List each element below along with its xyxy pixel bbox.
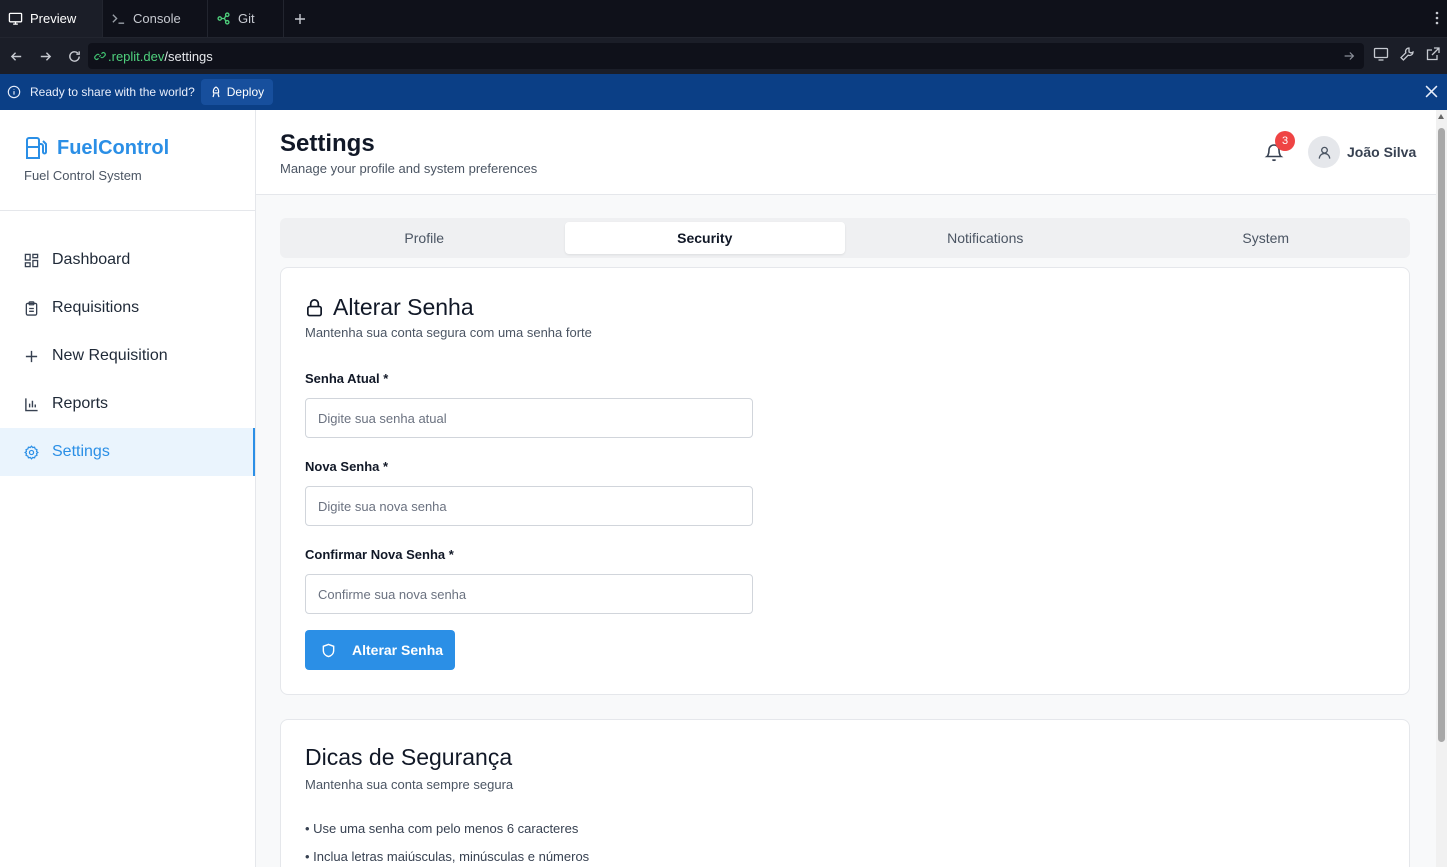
reload-button[interactable]	[60, 42, 88, 70]
deploy-message: Ready to share with the world?	[30, 85, 195, 99]
monitor-icon	[8, 12, 23, 25]
avatar[interactable]	[1308, 136, 1340, 168]
deploy-rocket-icon	[212, 86, 220, 98]
git-icon	[217, 12, 230, 25]
new-tab-button[interactable]	[284, 0, 316, 37]
page-scrollbar[interactable]	[1436, 110, 1447, 867]
close-icon[interactable]	[1425, 85, 1438, 98]
sidebar: FuelControl Fuel Control System Dashboar…	[0, 110, 256, 867]
page-subtitle: Manage your profile and system preferenc…	[280, 161, 538, 176]
tab-security[interactable]: Security	[564, 222, 845, 254]
tab-notifications[interactable]: Notifications	[845, 222, 1126, 254]
brand: FuelControl Fuel Control System	[0, 110, 255, 211]
tab-label: Preview	[30, 11, 77, 26]
gear-icon	[24, 444, 39, 460]
user-name[interactable]: João Silva	[1347, 144, 1416, 160]
arrow-left-icon	[10, 51, 21, 61]
reload-icon	[68, 50, 80, 62]
tab-profile[interactable]: Profile	[284, 222, 565, 254]
brand-name: FuelControl	[57, 136, 170, 159]
url-path: /settings	[164, 48, 213, 64]
browser-tab-bar: Preview Console Git	[0, 0, 1447, 38]
arrow-right-icon	[40, 51, 51, 61]
grid-icon	[24, 253, 39, 267]
card-title-text: Alterar Senha	[333, 294, 474, 320]
button-label: Alterar Senha	[352, 642, 444, 658]
page-title: Settings	[280, 130, 375, 157]
fuel-pump-icon	[26, 137, 47, 159]
card-title: Dicas de Segurança	[305, 744, 513, 770]
tab-console[interactable]: Console	[103, 0, 208, 37]
info-icon	[7, 85, 21, 99]
clipboard-icon	[25, 300, 38, 316]
main-content: Profile Security Notifications System Al…	[256, 195, 1436, 867]
sidebar-item-reports[interactable]: Reports	[0, 380, 255, 428]
settings-tabs: Profile Security Notifications System	[280, 218, 1410, 258]
scroll-up-arrow[interactable]	[1438, 114, 1444, 119]
list-item: • Inclua letras maiúsculas, minúsculas e…	[305, 849, 590, 864]
page-header: Settings Manage your profile and system …	[256, 110, 1436, 195]
sidebar-item-label: Reports	[52, 395, 109, 412]
new-password-label: Nova Senha *	[305, 459, 389, 474]
tab-menu-button[interactable]	[1435, 11, 1439, 30]
sidebar-item-requisitions[interactable]: Requisitions	[0, 284, 255, 332]
list-item: • Use uma senha com pelo menos 6 caracte…	[305, 821, 579, 836]
kebab-menu-icon	[1435, 11, 1439, 25]
wrench-icon[interactable]	[1399, 46, 1415, 62]
terminal-icon	[112, 14, 125, 24]
plus-icon	[25, 350, 38, 362]
shield-icon	[322, 643, 335, 657]
brand-row[interactable]: FuelControl	[24, 136, 255, 160]
browser-actions	[1373, 46, 1441, 62]
lock-icon	[306, 299, 323, 317]
change-password-card: Alterar Senha Mantenha sua conta segura …	[280, 267, 1410, 695]
sidebar-item-dashboard[interactable]: Dashboard	[0, 236, 255, 284]
confirm-password-label: Confirmar Nova Senha *	[305, 547, 454, 562]
current-password-label: Senha Atual *	[305, 371, 389, 386]
tab-label: Git	[238, 11, 255, 26]
card-description: Mantenha sua conta segura com uma senha …	[305, 325, 592, 340]
security-tips-card: Dicas de Segurança Mantenha sua conta se…	[280, 719, 1410, 867]
notification-badge: 3	[1275, 131, 1295, 151]
tab-system[interactable]: System	[1126, 222, 1407, 254]
url-host: .replit.dev	[108, 48, 165, 64]
user-icon	[1318, 146, 1330, 159]
deploy-button-label: Deploy	[226, 85, 265, 99]
back-button[interactable]	[2, 42, 30, 70]
address-bar: .replit.dev/settings	[0, 38, 1447, 74]
brand-subtitle: Fuel Control System	[24, 168, 142, 183]
sidebar-item-label: Requisitions	[52, 299, 140, 316]
sidebar-item-label: Settings	[52, 443, 110, 460]
card-title: Alterar Senha	[305, 294, 474, 321]
devtools-monitor-icon[interactable]	[1373, 46, 1389, 62]
bar-chart-icon	[25, 397, 38, 411]
sidebar-item-label: New Requisition	[52, 347, 168, 364]
forward-button[interactable]	[31, 42, 59, 70]
sidebar-item-settings[interactable]: Settings	[0, 428, 255, 476]
tab-preview[interactable]: Preview	[0, 0, 103, 37]
url-field[interactable]: .replit.dev/settings	[88, 43, 1364, 69]
plus-icon	[295, 13, 305, 24]
change-password-button[interactable]: Alterar Senha	[305, 630, 455, 670]
sidebar-item-label: Dashboard	[52, 251, 131, 268]
sidebar-item-new-requisition[interactable]: New Requisition	[0, 332, 255, 380]
card-description: Mantenha sua conta sempre segura	[305, 777, 514, 792]
external-link-icon[interactable]	[1425, 46, 1441, 62]
sidebar-nav: Dashboard Requisitions New Requisition R…	[0, 236, 255, 476]
scroll-thumb[interactable]	[1438, 128, 1445, 742]
link-icon	[94, 52, 106, 60]
tab-label: Console	[133, 11, 181, 26]
tab-git[interactable]: Git	[208, 0, 284, 37]
current-password-input[interactable]	[305, 398, 753, 438]
confirm-password-input[interactable]	[305, 574, 753, 614]
deploy-banner: Ready to share with the world? Deploy	[0, 74, 1447, 110]
deploy-button[interactable]: Deploy	[200, 79, 274, 105]
go-arrow-icon[interactable]	[1342, 49, 1356, 63]
new-password-input[interactable]	[305, 486, 753, 526]
